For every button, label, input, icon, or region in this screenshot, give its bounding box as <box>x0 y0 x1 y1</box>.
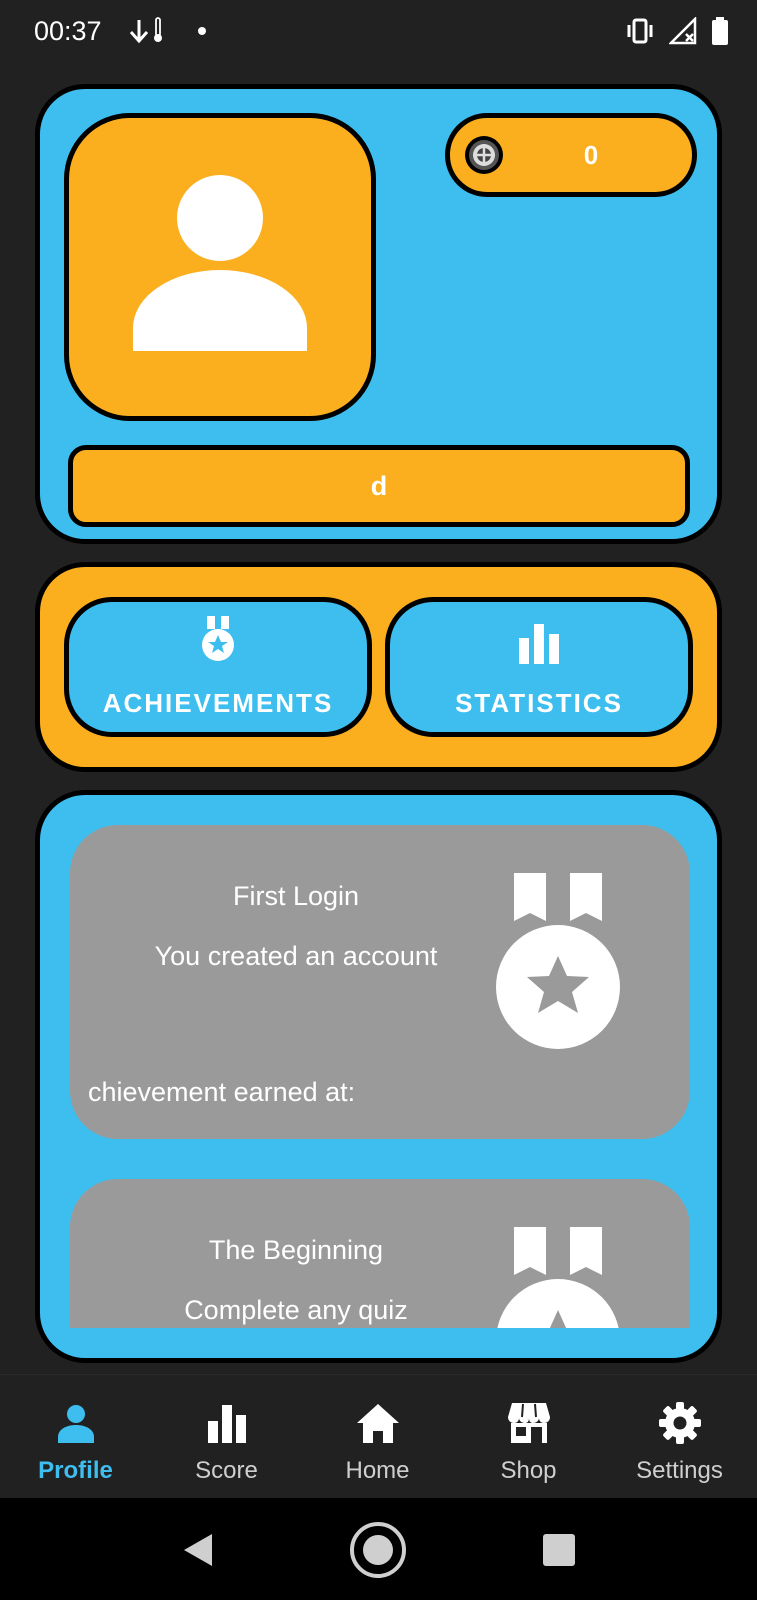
statistics-tab[interactable]: STATISTICS <box>385 597 693 737</box>
nav-score[interactable]: Score <box>151 1375 302 1499</box>
medal-icon <box>496 873 620 1049</box>
nav-shop-label: Shop <box>500 1457 557 1484</box>
system-navigation-bar <box>0 1498 757 1600</box>
gear-icon <box>658 1402 701 1444</box>
achievements-list[interactable]: First Login You created an account chiev… <box>70 825 690 1328</box>
thermometer-icon <box>154 17 162 42</box>
achievements-tab-label: ACHIEVEMENTS <box>102 688 334 718</box>
no-signal-icon <box>669 17 697 45</box>
bar-chart-icon <box>519 624 559 664</box>
medal-icon <box>497 1227 619 1328</box>
achievement-description: You created an account <box>154 941 438 971</box>
person-icon <box>57 1405 94 1443</box>
achievement-description: Complete any quiz <box>184 1295 408 1325</box>
status-left-icons <box>128 16 208 46</box>
profile-card: 0 d <box>35 84 722 544</box>
notification-dot-icon <box>198 27 206 35</box>
achievement-card[interactable]: The Beginning Complete any quiz <box>70 1179 690 1328</box>
download-arrow-icon <box>129 20 149 44</box>
vibrate-icon <box>627 18 653 44</box>
achievement-earned-label: chievement earned at: <box>88 1077 356 1107</box>
nav-shop[interactable]: Shop <box>453 1375 604 1499</box>
coin-count: 0 <box>583 140 599 170</box>
achievement-title: The Beginning <box>208 1235 384 1265</box>
username-field[interactable]: d <box>68 445 690 527</box>
status-right-icons <box>625 16 729 46</box>
status-time: 00:37 <box>34 16 102 46</box>
nav-settings-label: Settings <box>636 1457 723 1484</box>
coin-icon <box>465 136 503 174</box>
back-icon[interactable] <box>170 1520 230 1580</box>
nav-home[interactable]: Home <box>302 1375 453 1499</box>
statistics-tab-label: STATISTICS <box>455 688 623 718</box>
achievement-title: First Login <box>232 881 360 911</box>
home-icon <box>356 1404 399 1443</box>
nav-home-label: Home <box>345 1457 410 1484</box>
achievements-tab[interactable]: ACHIEVEMENTS <box>64 597 372 737</box>
bottom-navigation: Profile Score Home Shop Settings <box>0 1374 757 1498</box>
status-bar: 00:37 <box>0 0 757 66</box>
home-button-icon[interactable] <box>348 1520 408 1580</box>
recents-icon[interactable] <box>529 1520 589 1580</box>
nav-settings[interactable]: Settings <box>604 1375 755 1499</box>
store-icon <box>507 1403 550 1443</box>
achievement-card[interactable]: First Login You created an account chiev… <box>70 825 690 1139</box>
achievements-list-card: First Login You created an account chiev… <box>35 790 722 1363</box>
nav-profile[interactable]: Profile <box>0 1375 151 1499</box>
nav-profile-label: Profile <box>38 1457 113 1484</box>
coin-balance: 0 <box>445 113 697 197</box>
person-icon <box>133 175 307 351</box>
profile-tabs: ACHIEVEMENTS STATISTICS <box>35 562 722 772</box>
bar-chart-icon <box>207 1405 246 1443</box>
avatar[interactable] <box>64 113 376 421</box>
battery-icon <box>712 17 728 45</box>
nav-score-label: Score <box>195 1457 258 1484</box>
medal-icon <box>202 616 234 661</box>
